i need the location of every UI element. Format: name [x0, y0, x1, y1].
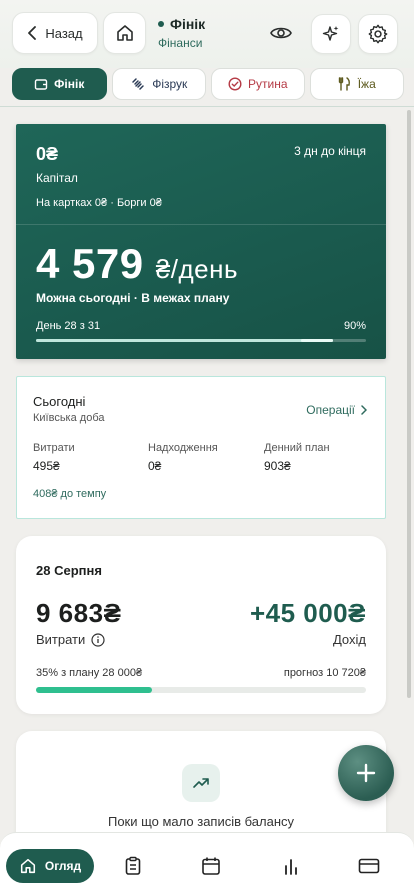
- home-button[interactable]: [103, 12, 146, 54]
- top-bar: Назад Фінік Фінанси: [0, 0, 414, 68]
- visibility-toggle[interactable]: [266, 18, 296, 48]
- card-divider: [16, 224, 386, 225]
- today-income: Надходження 0₴: [148, 442, 218, 473]
- month-income-value: +45 000₴: [249, 598, 366, 628]
- chevron-right-icon: [361, 405, 367, 415]
- page-title: Фінік: [170, 16, 206, 32]
- nav-operations[interactable]: [120, 853, 146, 879]
- tab-fizruk[interactable]: Фізрук: [111, 68, 206, 100]
- sparkle-icon: [322, 26, 339, 41]
- bottom-nav: Огляд: [0, 832, 414, 896]
- tab-rutyna[interactable]: Рутина: [211, 68, 305, 100]
- daily-amount-unit: ₴/день: [155, 254, 238, 284]
- add-button[interactable]: [338, 745, 394, 801]
- cutlery-icon: [338, 77, 350, 91]
- month-progress-fill: [36, 339, 333, 342]
- current-date: 28 Серпня: [36, 563, 102, 578]
- plan-progress-fill: [36, 687, 152, 693]
- cards-debts-line: На картках 0₴ · Борги 0₴: [36, 197, 162, 209]
- operations-link[interactable]: Операції: [306, 403, 367, 417]
- header-divider: [0, 106, 414, 107]
- today-subtitle: Київська доба: [33, 412, 105, 424]
- today-income-value: 0₴: [148, 459, 162, 473]
- tab-izha[interactable]: Їжа: [309, 68, 404, 100]
- progress-tip: [301, 339, 333, 342]
- wallet-icon: [34, 79, 48, 90]
- home-icon: [20, 858, 35, 874]
- tab-label: Їжа: [357, 77, 376, 91]
- tab-label: Фінік: [54, 77, 85, 91]
- nav-calendar[interactable]: [198, 853, 224, 879]
- tab-finik[interactable]: Фінік: [12, 68, 107, 100]
- nav-cards[interactable]: [356, 853, 382, 879]
- chevron-left-icon: [28, 26, 37, 40]
- clipboard-icon: [125, 856, 141, 875]
- today-spent: Витрати 495₴: [33, 442, 75, 473]
- bar-chart-icon: [285, 859, 297, 875]
- module-tabs: Фінік Фізрук Рутина Їжа: [12, 68, 404, 100]
- tab-label: Фізрук: [152, 77, 188, 91]
- today-spent-value: 495₴: [33, 459, 60, 473]
- scrollbar[interactable]: [407, 110, 411, 698]
- daily-budget-card: 0₴ Капітал 3 дн до кінця На картках 0₴ ·…: [16, 124, 386, 359]
- nav-analytics[interactable]: [278, 853, 304, 879]
- daily-amount-value: 4 579: [36, 240, 144, 287]
- month-spent-label-row: Витрати: [36, 632, 105, 647]
- plan-progress-bar: [36, 687, 366, 693]
- back-button[interactable]: Назад: [12, 12, 98, 54]
- month-income-label: Дохід: [332, 632, 366, 647]
- plan-status: Можна сьогодні · В межах плану: [36, 291, 230, 305]
- check-circle-icon: [228, 77, 242, 91]
- nav-overview[interactable]: Огляд: [6, 849, 94, 883]
- today-title: Сьогодні: [33, 394, 86, 409]
- month-spent-label: Витрати: [36, 632, 86, 647]
- tab-label: Рутина: [247, 77, 288, 91]
- operations-label: Операції: [306, 403, 355, 417]
- today-card: Сьогодні Київська доба Операції Витрати …: [16, 376, 386, 519]
- dumbbell-icon: [132, 78, 144, 90]
- today-plan-label: Денний план: [264, 442, 330, 454]
- eye-icon: [270, 27, 292, 39]
- gear-icon: [368, 24, 388, 44]
- today-income-label: Надходження: [148, 442, 218, 454]
- trend-icon-wrap: [182, 764, 220, 802]
- days-left: 3 дн до кінця: [294, 144, 366, 158]
- plan-percent: 35% з плану 28 000₴: [36, 667, 143, 679]
- month-spent-value: 9 683₴: [36, 598, 122, 628]
- info-icon[interactable]: [91, 632, 105, 647]
- month-percent: 90%: [343, 320, 366, 332]
- back-label: Назад: [45, 25, 83, 41]
- balance-empty-message: Поки що мало записів балансу: [107, 814, 295, 829]
- capital-label: Капітал: [36, 171, 78, 185]
- card-icon: [358, 858, 380, 874]
- day-of-month: День 28 з 31: [36, 320, 101, 332]
- capital-value: 0₴: [36, 144, 59, 164]
- daily-amount: 4 579 ₴/день: [36, 240, 238, 288]
- forecast: прогноз 10 720₴: [283, 667, 366, 679]
- ai-assistant-button[interactable]: [311, 14, 351, 54]
- today-plan-value: 903₴: [264, 459, 291, 473]
- status-dot: [158, 21, 164, 27]
- today-spent-label: Витрати: [33, 442, 75, 454]
- tempo-note: 408₴ до темпу: [33, 488, 107, 500]
- today-plan: Денний план 903₴: [264, 442, 330, 473]
- plus-icon: [356, 763, 376, 783]
- page-subtitle: Фінанси: [158, 36, 203, 50]
- month-summary-card: 28 Серпня 9 683₴ Витрати +45 000₴ Дохід …: [16, 536, 386, 714]
- month-progress-bar: [36, 339, 366, 342]
- home-icon: [116, 25, 133, 41]
- trend-up-icon: [193, 778, 209, 788]
- calendar-icon: [202, 857, 220, 875]
- settings-button[interactable]: [358, 14, 398, 54]
- page-title-block: Фінік Фінанси: [158, 16, 205, 50]
- nav-overview-label: Огляд: [44, 859, 82, 873]
